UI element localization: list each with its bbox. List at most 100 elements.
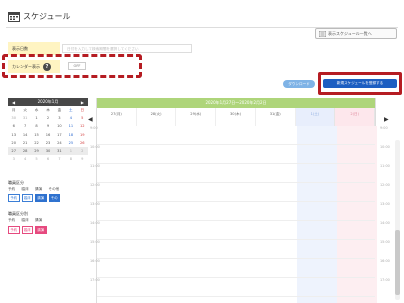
mini-calendar-day[interactable]: 23: [42, 139, 53, 147]
mini-calendar-day[interactable]: 9: [42, 122, 53, 130]
legend-label: 講演: [35, 218, 43, 222]
date-range-header: 2020年1月27日〜2020年2月2日: [97, 98, 375, 108]
week-prev-icon[interactable]: ◀: [88, 116, 93, 123]
mini-calendar-day[interactable]: 30: [8, 114, 19, 122]
time-axis-right: 9:00 10:00 11:00 12:00 13:00 14:00 15:00 16:00 1…: [380, 126, 394, 297]
date-input[interactable]: 日付を入力して検索期間を選択してください: [62, 44, 192, 53]
mini-calendar-day[interactable]: 1: [31, 114, 42, 122]
time-row[interactable]: [97, 126, 375, 145]
legend-label: その他: [48, 187, 60, 191]
mini-calendar-day[interactable]: 18: [65, 131, 76, 139]
scrollbar-thumb[interactable]: [395, 230, 400, 295]
mini-calendar-day[interactable]: 29: [30, 146, 43, 156]
time-row[interactable]: [97, 183, 375, 202]
legend-labels-2: 予約 臨床 講演: [8, 218, 49, 223]
legend-chip[interactable]: 予約: [8, 226, 20, 234]
legend-chips-1: 予約 臨床 講演 その他: [8, 194, 60, 206]
time-label: 12:00: [380, 183, 390, 187]
time-label: 9:00: [380, 126, 388, 130]
time-label: 11:00: [90, 164, 100, 168]
legend-chip[interactable]: 臨床: [21, 194, 33, 202]
time-row[interactable]: [97, 164, 375, 183]
day-column-header: 28(火): [137, 108, 177, 126]
mini-calendar-day[interactable]: 13: [8, 131, 19, 139]
mini-calendar-day[interactable]: 15: [31, 131, 42, 139]
mini-calendar-day[interactable]: 2: [42, 114, 53, 122]
mini-calendar-day[interactable]: 20: [8, 139, 19, 147]
time-label: 13:00: [90, 202, 100, 206]
time-label: 16:00: [380, 259, 390, 263]
mini-calendar-day[interactable]: 31: [19, 114, 30, 122]
mini-calendar-day[interactable]: 22: [31, 139, 42, 147]
mini-calendar-day[interactable]: 4: [19, 155, 30, 163]
mini-calendar-day[interactable]: 19: [77, 131, 88, 139]
time-label: 10:00: [90, 145, 100, 149]
day-header: 27(月) 28(火) 29(水) 30(木) 31(金) 1(土) 2(日): [97, 108, 376, 126]
mini-calendar-day[interactable]: 4: [65, 114, 76, 122]
mini-calendar-day[interactable]: 7: [19, 122, 30, 130]
mini-calendar-day[interactable]: 25: [65, 139, 76, 147]
highlight-dashed-box: [2, 54, 142, 78]
weekday-label: 土: [69, 108, 73, 112]
mini-calendar-day[interactable]: 6: [42, 155, 53, 163]
legend-chip[interactable]: 臨床: [21, 226, 33, 234]
mini-calendar-day[interactable]: 21: [19, 139, 30, 147]
mini-calendar-day[interactable]: 17: [54, 131, 65, 139]
mini-calendar-day[interactable]: 5: [31, 155, 42, 163]
mini-calendar-day[interactable]: 10: [54, 122, 65, 130]
mini-calendar-day[interactable]: 11: [65, 122, 76, 130]
time-axis-left: 9:00 10:00 11:00 12:00 13:00 14:00 15:00 16:00 1…: [90, 126, 102, 297]
time-row[interactable]: [97, 221, 375, 240]
mini-calendar-day[interactable]: 1: [65, 146, 77, 156]
mini-calendar-day[interactable]: 2: [76, 146, 88, 156]
time-row[interactable]: [97, 259, 375, 278]
schedule-list-label: 表示スケジュール一覧へ: [328, 30, 372, 36]
legend-chips-2: 予約 臨床 講演: [8, 226, 47, 234]
legend-chip[interactable]: 講演: [35, 226, 47, 234]
time-label: 9:00: [90, 126, 98, 130]
mini-calendar-day[interactable]: 28: [19, 146, 31, 156]
mini-calendar-day[interactable]: 8: [31, 122, 42, 130]
legend-chip[interactable]: 予約: [8, 194, 20, 202]
time-label: 13:00: [380, 202, 390, 206]
mini-calendar-day[interactable]: 3: [8, 155, 19, 163]
mini-calendar-day[interactable]: 30: [42, 146, 54, 156]
time-row[interactable]: [97, 145, 375, 164]
mini-calendar-day[interactable]: 27: [8, 146, 20, 156]
mini-calendar-day[interactable]: 7: [54, 155, 65, 163]
legend-label: 予約: [8, 187, 16, 191]
day-column-header: 2(日): [335, 108, 376, 126]
legend-title-2: 職員区分別: [8, 211, 28, 216]
mini-calendar-day[interactable]: 8: [65, 155, 76, 163]
mini-calendar-next-icon[interactable]: ▶: [81, 100, 84, 105]
mini-calendar-day[interactable]: 14: [19, 131, 30, 139]
legend-chip[interactable]: その他: [48, 194, 60, 206]
weekday-label: 水: [34, 108, 39, 112]
schedule-list-button[interactable]: 表示スケジュール一覧へ: [315, 28, 397, 39]
day-column-header: 29(水): [176, 108, 217, 126]
download-button[interactable]: ダウンロード: [283, 80, 315, 88]
mini-calendar-day[interactable]: 16: [42, 131, 53, 139]
mini-calendar-day[interactable]: 9: [77, 155, 88, 163]
mini-calendar-day[interactable]: 31: [53, 146, 66, 156]
mini-calendar-day[interactable]: 24: [54, 139, 65, 147]
legend-chip[interactable]: 講演: [35, 194, 47, 202]
week-next-icon[interactable]: ▶: [384, 116, 389, 123]
new-schedule-button[interactable]: 新規スケジュールを登録する: [323, 79, 397, 88]
time-label: 17:00: [90, 278, 100, 282]
time-row[interactable]: [97, 202, 375, 221]
mini-calendar-prev-icon[interactable]: ◀: [12, 100, 15, 105]
time-row[interactable]: [97, 278, 375, 297]
mini-calendar-day[interactable]: 3: [54, 114, 65, 122]
time-label: 12:00: [90, 183, 100, 187]
mini-calendar-day[interactable]: 12: [77, 122, 88, 130]
time-label: 14:00: [90, 221, 100, 225]
day-column-header: 31(金): [256, 108, 296, 126]
calendar-icon: [8, 12, 20, 22]
time-label: 15:00: [380, 240, 390, 244]
time-row[interactable]: [97, 240, 375, 259]
mini-calendar-day[interactable]: 5: [77, 114, 88, 122]
mini-calendar-day[interactable]: 6: [8, 122, 19, 130]
mini-calendar-day[interactable]: 26: [77, 139, 88, 147]
weekday-label: 木: [46, 108, 50, 112]
